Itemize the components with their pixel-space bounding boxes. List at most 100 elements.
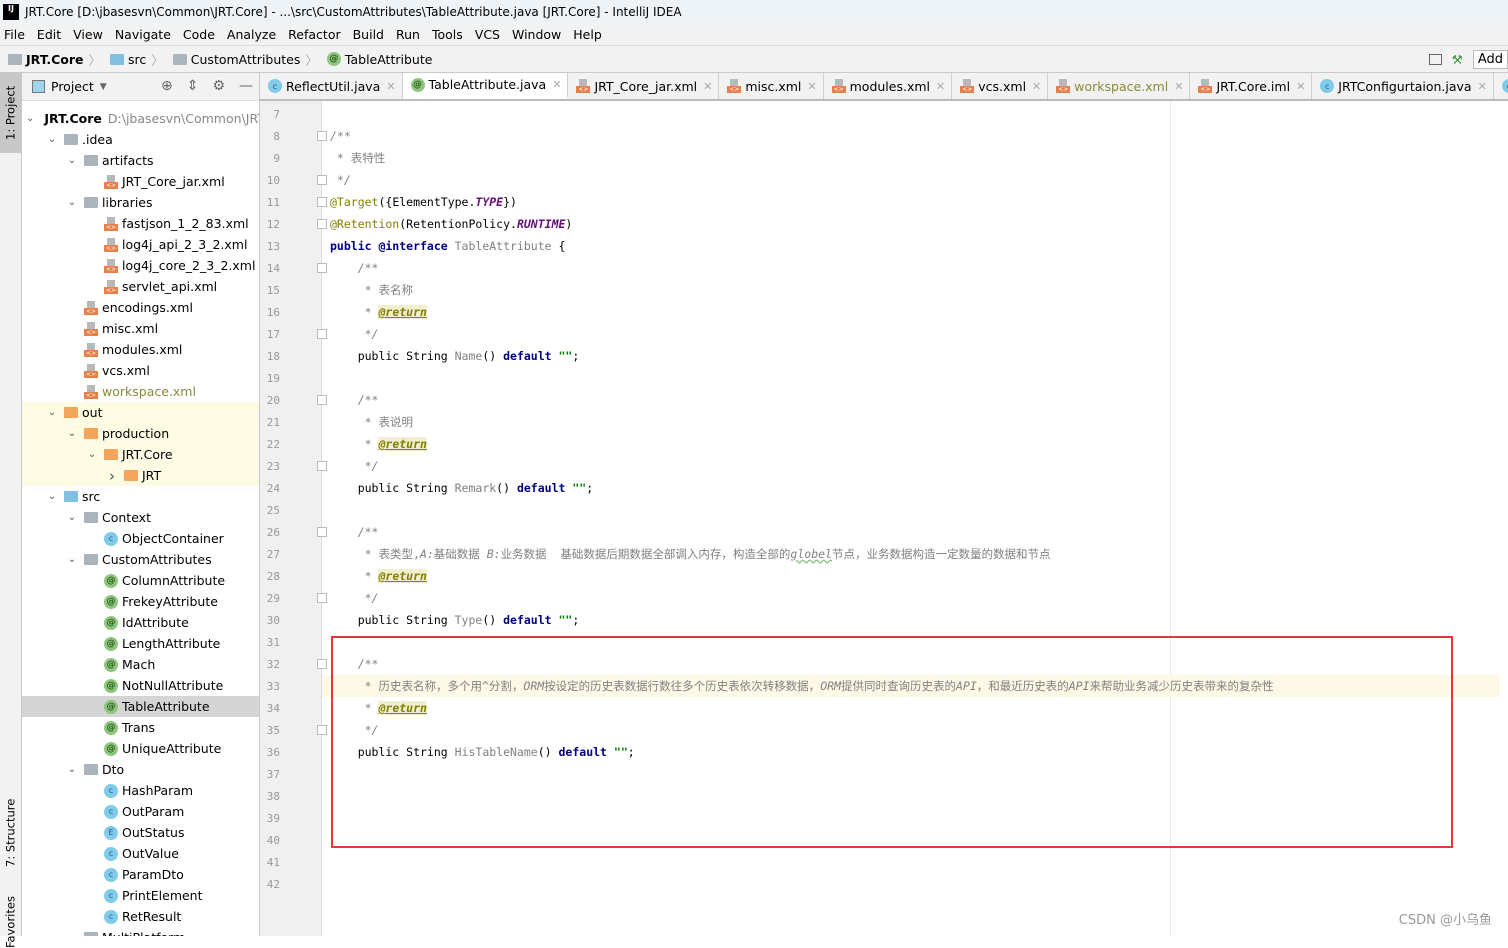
project-tool-tab[interactable]: 1: Project xyxy=(0,73,21,153)
chevron-down-icon[interactable]: ⌄ xyxy=(46,134,58,145)
menu-refactor[interactable]: Refactor xyxy=(288,27,340,42)
run-config-icon[interactable] xyxy=(1428,54,1442,65)
close-icon[interactable]: ✕ xyxy=(807,80,816,93)
breadcrumb-item[interactable]: src 〉 xyxy=(110,50,169,69)
chevron-down-icon[interactable]: ⌄ xyxy=(26,113,34,124)
locate-icon[interactable]: ⊕ xyxy=(161,78,173,94)
chevron-down-icon[interactable]: ⌄ xyxy=(86,449,98,460)
menu-navigate[interactable]: Navigate xyxy=(115,27,171,42)
hide-icon[interactable]: — xyxy=(239,78,253,94)
tab-jrtconfigurtaion-java[interactable]: c JRTConfigurtaion.java ✕ xyxy=(1312,73,1494,99)
tree-item[interactable]: workspace.xml xyxy=(22,381,259,402)
close-icon[interactable]: ✕ xyxy=(703,80,712,93)
fold-marker-icon[interactable] xyxy=(317,461,327,471)
tree-item[interactable]: @ Trans xyxy=(22,717,259,738)
fold-marker-icon[interactable] xyxy=(317,593,327,603)
favorites-tool-tab[interactable]: Favorites xyxy=(0,888,21,948)
chevron-down-icon[interactable]: ⌄ xyxy=(66,197,78,208)
tab-misc-xml[interactable]: misc.xml ✕ xyxy=(719,73,824,99)
tree-item[interactable]: ⌄ out xyxy=(22,402,259,423)
tree-item[interactable]: servlet_api.xml xyxy=(22,276,259,297)
tab-tableattribute-java[interactable]: @ TableAttribute.java ✕ xyxy=(402,73,569,99)
tree-item[interactable]: @ LengthAttribute xyxy=(22,633,259,654)
chevron-down-icon[interactable]: ⌄ xyxy=(66,155,78,166)
tab-jrt-core-jar-xml[interactable]: JRT_Core_jar.xml ✕ xyxy=(568,73,720,99)
tree-item[interactable]: › JRT xyxy=(22,465,259,486)
tree-item[interactable]: c OutParam xyxy=(22,801,259,822)
menu-tools[interactable]: Tools xyxy=(432,27,463,42)
close-icon[interactable]: ✕ xyxy=(936,80,945,93)
gear-icon[interactable]: ⚙ xyxy=(212,78,225,94)
tree-item[interactable]: ⌄ src xyxy=(22,486,259,507)
tree-item[interactable]: ⌄ JRT.Core xyxy=(22,444,259,465)
tab-jrt-core-iml[interactable]: JRT.Core.iml ✕ xyxy=(1190,73,1313,99)
tree-item[interactable]: @ UniqueAttribute xyxy=(22,738,259,759)
chevron-down-icon[interactable]: ⌄ xyxy=(46,407,58,418)
menu-vcs[interactable]: VCS xyxy=(475,27,500,42)
tab-workspace-xml[interactable]: workspace.xml ✕ xyxy=(1048,73,1191,99)
tab-modules-xml[interactable]: modules.xml ✕ xyxy=(824,73,953,99)
tree-item[interactable]: @ NotNullAttribute xyxy=(22,675,259,696)
tree-item[interactable]: @ FrekeyAttribute xyxy=(22,591,259,612)
breadcrumb-item[interactable]: JRT.Core 〉 xyxy=(8,50,106,69)
tree-item[interactable]: E OutStatus xyxy=(22,822,259,843)
chevron-down-icon[interactable]: ⌄ xyxy=(66,512,78,523)
close-icon[interactable]: ✕ xyxy=(386,80,395,93)
tree-item[interactable]: c RetResult xyxy=(22,906,259,927)
close-icon[interactable]: ✕ xyxy=(1296,80,1305,93)
tree-item[interactable]: ⌄ production xyxy=(22,423,259,444)
close-icon[interactable]: ✕ xyxy=(1032,80,1041,93)
tree-item[interactable]: ⌄ CustomAttributes xyxy=(22,549,259,570)
tree-item[interactable]: c PrintElement xyxy=(22,885,259,906)
chevron-down-icon[interactable]: ⌄ xyxy=(66,428,78,439)
fold-marker-icon[interactable] xyxy=(317,725,327,735)
tree-item[interactable]: c ParamDto xyxy=(22,864,259,885)
tree-item[interactable]: ⌄ artifacts xyxy=(22,150,259,171)
chevron-down-icon[interactable]: ⌄ xyxy=(46,491,58,502)
chevron-down-icon[interactable]: ▼ xyxy=(100,82,107,92)
close-icon[interactable]: ✕ xyxy=(1174,80,1183,93)
chevron-right-icon[interactable]: › xyxy=(106,467,118,485)
close-icon[interactable]: ✕ xyxy=(552,78,561,91)
fold-marker-icon[interactable] xyxy=(317,527,327,537)
tree-item[interactable]: c ObjectContainer xyxy=(22,528,259,549)
fold-marker-icon[interactable] xyxy=(317,395,327,405)
tree-item[interactable]: encodings.xml xyxy=(22,297,259,318)
collapse-all-icon[interactable]: ⇕ xyxy=(187,78,199,94)
fold-marker-icon[interactable] xyxy=(317,659,327,669)
tree-item[interactable]: ⌄ MultiPlatform xyxy=(22,927,259,936)
chevron-down-icon[interactable]: ⌄ xyxy=(66,932,78,936)
tree-item[interactable]: @ TableAttribute xyxy=(22,696,259,717)
tree-item[interactable]: fastjson_1_2_83.xml xyxy=(22,213,259,234)
tab-jrtcontext[interactable]: cJRTContext xyxy=(1494,73,1508,99)
code-editor[interactable]: 7 8 9 10 11 12 13 14 15 16 17 18 19 20 21 22 23 24 25 26 27 2… xyxy=(260,101,1508,936)
tree-item[interactable]: @ ColumnAttribute xyxy=(22,570,259,591)
tree-item[interactable]: ⌄ JRT.Core D:\jbasesvn\Common\JRT.Core xyxy=(22,108,259,129)
menu-view[interactable]: View xyxy=(73,27,103,42)
breadcrumb-item[interactable]: @ TableAttribute xyxy=(326,50,432,69)
menu-build[interactable]: Build xyxy=(353,27,384,42)
tree-item[interactable]: modules.xml xyxy=(22,339,259,360)
tab-vcs-xml[interactable]: vcs.xml ✕ xyxy=(952,73,1049,99)
close-icon[interactable]: ✕ xyxy=(1478,80,1487,93)
fold-marker-icon[interactable] xyxy=(317,175,327,185)
tab-reflectutil-java[interactable]: c ReflectUtil.java ✕ xyxy=(260,73,403,99)
menu-edit[interactable]: Edit xyxy=(37,27,61,42)
tree-item[interactable]: ⌄ Dto xyxy=(22,759,259,780)
tree-item[interactable]: misc.xml xyxy=(22,318,259,339)
chevron-down-icon[interactable]: ⌄ xyxy=(66,764,78,775)
chevron-down-icon[interactable]: ⌄ xyxy=(66,554,78,565)
tree-item[interactable]: ⌄ libraries xyxy=(22,192,259,213)
menu-file[interactable]: File xyxy=(4,27,25,42)
tree-item[interactable]: c HashParam xyxy=(22,780,259,801)
tree-item[interactable]: log4j_core_2_3_2.xml xyxy=(22,255,259,276)
tree-item[interactable]: ⌄ .idea xyxy=(22,129,259,150)
fold-marker-icon[interactable] xyxy=(317,329,327,339)
add-configuration-button[interactable]: Add xyxy=(1472,50,1508,69)
menu-run[interactable]: Run xyxy=(396,27,420,42)
menu-window[interactable]: Window xyxy=(512,27,561,42)
fold-marker-icon[interactable] xyxy=(317,219,327,229)
menu-help[interactable]: Help xyxy=(573,27,602,42)
menu-analyze[interactable]: Analyze xyxy=(227,27,276,42)
structure-tool-tab[interactable]: 7: Structure xyxy=(0,788,21,878)
